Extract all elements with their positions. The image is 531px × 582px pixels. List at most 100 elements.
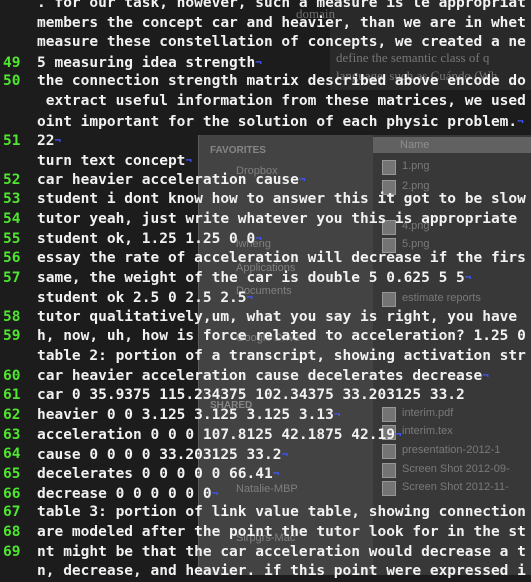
- editor-line[interactable]: 00oint important for the solution of eac…: [0, 112, 531, 132]
- line-number: 62: [3, 407, 21, 424]
- line-text: measure these constellation of concepts,…: [37, 34, 526, 51]
- editor-line[interactable]: 57 same, the weight of the car is double …: [0, 268, 531, 288]
- line-text: extract useful information from these ma…: [37, 92, 526, 109]
- editor-line[interactable]: 56 essay the rate of acceleration will de…: [0, 249, 531, 269]
- line-number: 54: [3, 210, 21, 227]
- end-of-line-marker: ¬: [54, 134, 62, 148]
- line-number: 00: [0, 92, 37, 112]
- line-text: are modeled after the point the tutor lo…: [37, 524, 526, 541]
- line-number: 00: [0, 33, 37, 53]
- editor-line[interactable]: 69 nt might be that the car acceleration …: [0, 543, 531, 563]
- line-number: 59: [3, 328, 21, 345]
- line-text: h, now, uh, how is force related to acce…: [37, 328, 526, 345]
- line-number: 52: [3, 172, 21, 189]
- line-number: 67: [3, 504, 21, 521]
- line-text: the connection strength matrix described…: [37, 73, 526, 90]
- end-of-line-marker: ¬: [298, 173, 306, 187]
- line-number: 66: [3, 485, 21, 502]
- line-number: 53: [3, 190, 21, 207]
- line-number: 68: [3, 524, 21, 541]
- line-number: 00: [0, 347, 37, 367]
- editor-line[interactable]: 00. for our task, however, such a measur…: [0, 0, 531, 14]
- end-of-line-marker: ¬: [394, 428, 402, 442]
- line-text: turn text concept: [37, 152, 186, 169]
- editor-line[interactable]: 53 student i dont know how to answer this…: [0, 190, 531, 210]
- editor-line[interactable]: 00members the concept car and heavier, t…: [0, 14, 531, 34]
- editor-line[interactable]: 55 student ok, 1.25 1.25 0 0¬: [0, 229, 531, 249]
- editor-line[interactable]: 52 car heavier acceleration cause¬: [0, 170, 531, 190]
- editor-line[interactable]: 66 decrease 0 0 0 0 0 0¬: [0, 484, 531, 504]
- line-text: oint important for the solution of each …: [37, 113, 518, 130]
- line-text: 5 measuring idea strength: [37, 54, 256, 71]
- line-text: . for our task, however, such a measure …: [37, 0, 526, 11]
- end-of-line-marker: ¬: [281, 447, 289, 461]
- editor-line[interactable]: 67 table 3: portion of link value table, …: [0, 503, 531, 523]
- line-number: 00: [0, 289, 37, 308]
- editor-line[interactable]: 51 22¬: [0, 131, 531, 151]
- editor-line[interactable]: 65 decelerates 0 0 0 0 0 66.41¬: [0, 464, 531, 484]
- line-text: tutor yeah, just write whatever you this…: [37, 210, 518, 227]
- line-number: 00: [0, 562, 37, 582]
- end-of-line-marker: ¬: [482, 369, 489, 383]
- end-of-line-marker: ¬: [255, 55, 262, 69]
- line-text: same, the weight of the car is double 5 …: [37, 270, 465, 287]
- editor-line[interactable]: 64 cause 0 0 0 0 33.203125 33.2¬: [0, 445, 531, 465]
- line-number: 55: [3, 230, 21, 247]
- line-text: cause 0 0 0 0 33.203125 33.2: [37, 446, 282, 463]
- line-text: nt might be that the car acceleration wo…: [37, 543, 526, 560]
- line-text: student ok, 1.25 1.25 0 0: [37, 230, 256, 247]
- line-number: 58: [3, 308, 21, 325]
- end-of-line-marker: ¬: [211, 486, 219, 500]
- line-text: car heavier acceleration cause decelerat…: [37, 368, 483, 385]
- line-text: tutor qualitatively,um, what you say is …: [37, 308, 518, 325]
- editor-line[interactable]: 59 h, now, uh, how is force related to ac…: [0, 327, 531, 347]
- line-text: student i dont know how to answer this i…: [37, 190, 526, 207]
- line-text: car 0 35.9375 115.234375 102.34375 33.20…: [37, 386, 465, 403]
- editor-line[interactable]: 49 5 measuring idea strength¬: [0, 53, 531, 73]
- end-of-line-marker: ¬: [272, 467, 280, 481]
- end-of-line-marker: ¬: [517, 114, 524, 128]
- line-number: 51: [3, 132, 21, 149]
- line-number: 56: [3, 249, 21, 266]
- editor-line[interactable]: 00table 2: portion of a transcript, show…: [0, 347, 531, 367]
- editor-line[interactable]: 61 car 0 35.9375 115.234375 102.34375 33.…: [0, 386, 531, 406]
- line-number: 63: [3, 426, 21, 443]
- end-of-line-marker: ¬: [246, 290, 254, 304]
- line-text: acceleration 0 0 0 107.8125 42.1875 42.1…: [37, 426, 395, 443]
- line-text: 22: [37, 132, 55, 149]
- line-number: 57: [3, 270, 21, 287]
- end-of-line-marker: ¬: [255, 232, 262, 246]
- line-text: essay the rate of acceleration will decr…: [37, 249, 526, 266]
- editor-line[interactable]: 50 the connection strength matrix describ…: [0, 72, 531, 92]
- vim-editor[interactable]: 00 . for our task, however, such a measur…: [0, 0, 531, 582]
- line-number: 61: [3, 386, 21, 403]
- editor-line[interactable]: 68 are modeled after the point the tutor …: [0, 523, 531, 543]
- line-text: decelerates 0 0 0 0 0 66.41: [37, 466, 273, 483]
- line-text: student ok 2.5 0 2.5 2.5: [37, 289, 247, 306]
- line-number: 65: [3, 466, 21, 483]
- line-number: 69: [3, 543, 21, 560]
- editor-line[interactable]: 00measure these constellation of concept…: [0, 33, 531, 53]
- line-text: table 3: portion of link value table, sh…: [37, 504, 526, 521]
- editor-line[interactable]: 58 tutor qualitatively,um, what you say i…: [0, 308, 531, 328]
- end-of-line-marker: ¬: [333, 408, 341, 422]
- editor-line[interactable]: 54 tutor yeah, just write whatever you th…: [0, 210, 531, 230]
- editor-line[interactable]: 00student ok 2.5 0 2.5 2.5¬: [0, 288, 531, 308]
- line-number: 00: [0, 112, 37, 131]
- editor-line[interactable]: 00turn text concept¬: [0, 151, 531, 171]
- line-text: car heavier acceleration cause: [37, 172, 299, 189]
- line-text: table 2: portion of a transcript, showin…: [37, 347, 526, 364]
- line-text: heavier 0 0 3.125 3.125 3.125 3.13: [37, 407, 334, 424]
- editor-line[interactable]: 62 heavier 0 0 3.125 3.125 3.125 3.13¬: [0, 405, 531, 425]
- editor-line[interactable]: 00 extract useful information from these…: [0, 92, 531, 112]
- editor-line[interactable]: 00n, decrease, and heavier. if this poin…: [0, 562, 531, 582]
- editor-line[interactable]: 60 car heavier acceleration cause deceler…: [0, 366, 531, 386]
- end-of-line-marker: ¬: [464, 271, 472, 285]
- line-text: decrease 0 0 0 0 0 0: [37, 485, 212, 502]
- line-number: 60: [3, 368, 21, 385]
- end-of-line-marker: ¬: [185, 153, 193, 167]
- line-number: 64: [3, 446, 21, 463]
- line-text: members the concept car and heavier, tha…: [37, 14, 526, 31]
- line-number: 49: [3, 54, 21, 71]
- editor-line[interactable]: 63 acceleration 0 0 0 107.8125 42.1875 42…: [0, 425, 531, 445]
